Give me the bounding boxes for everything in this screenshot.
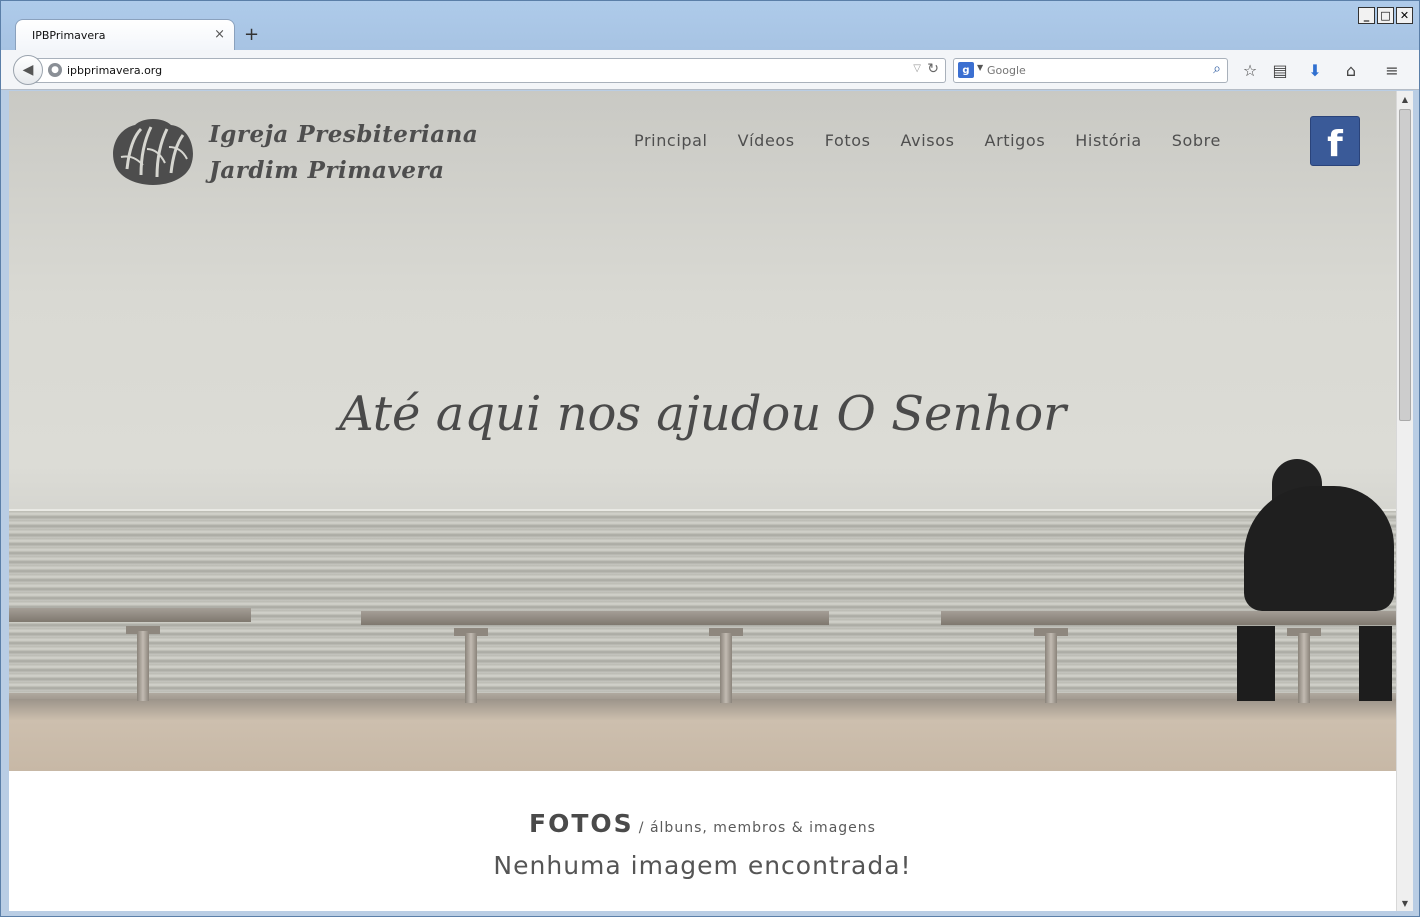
scrollbar-thumb[interactable] — [1399, 109, 1411, 421]
nav-historia[interactable]: História — [1075, 131, 1142, 150]
facebook-icon: f — [1327, 124, 1343, 165]
person-legs — [1359, 626, 1392, 701]
minimize-button[interactable]: _ — [1358, 7, 1375, 24]
church-logo-icon[interactable] — [107, 115, 199, 187]
facebook-button[interactable]: f — [1310, 116, 1360, 166]
browser-tab[interactable]: IPBPrimavera × — [15, 19, 235, 50]
section-title: FOTOS — [529, 809, 634, 838]
bench-3 — [941, 611, 1396, 625]
tab-title: IPBPrimavera — [32, 29, 106, 42]
star-icon[interactable]: ☆ — [1240, 60, 1260, 80]
url-bar[interactable]: ● ipbprimavera.org ▽ ↻ — [33, 58, 946, 83]
logo-text-line1[interactable]: Igreja Presbiteriana — [209, 121, 478, 148]
section-heading: FOTOS / álbuns, membros & imagens — [9, 809, 1396, 838]
bench-3-leg — [1045, 633, 1057, 703]
page-viewport: Igreja Presbiteriana Jardim Primavera Pr… — [9, 91, 1396, 911]
bench-2-leg — [465, 633, 477, 703]
browser-window: IPBPrimavera × + _ □ ✕ ● ipbprimavera.or… — [0, 0, 1420, 917]
hamburger-menu-icon[interactable]: ≡ — [1382, 60, 1402, 80]
search-icon[interactable]: ⌕ — [1213, 61, 1221, 77]
search-engine-icon[interactable]: g — [958, 62, 974, 78]
close-window-button[interactable]: ✕ — [1396, 7, 1413, 24]
scroll-up-icon[interactable]: ▲ — [1397, 91, 1413, 107]
section-subtitle: / álbuns, membros & imagens — [638, 820, 876, 836]
hero-slogan: Até aqui nos ajudou O Senhor — [338, 386, 1067, 442]
sand — [9, 699, 1396, 771]
chevron-down-icon[interactable]: ▼ — [977, 63, 983, 72]
bench-3-leg-right — [1298, 633, 1310, 703]
home-icon[interactable]: ⌂ — [1341, 60, 1361, 80]
url-text[interactable]: ipbprimavera.org — [67, 64, 162, 77]
bench-1-leg — [137, 631, 149, 701]
window-controls: _ □ ✕ — [1358, 7, 1413, 24]
reload-icon[interactable]: ↻ — [927, 61, 939, 77]
bench-2-leg-right — [720, 633, 732, 703]
scroll-down-icon[interactable]: ▼ — [1397, 895, 1413, 911]
search-bar[interactable]: g ▼ ⌕ — [953, 58, 1228, 83]
title-bar: IPBPrimavera × + _ □ ✕ — [1, 1, 1419, 50]
site-navigation: Principal Vídeos Fotos Avisos Artigos Hi… — [634, 131, 1221, 150]
nav-avisos[interactable]: Avisos — [901, 131, 955, 150]
download-arrow-icon[interactable]: ⬇ — [1305, 60, 1325, 80]
search-input[interactable] — [987, 61, 1197, 80]
back-button[interactable]: ◀ — [13, 55, 43, 85]
nav-sobre[interactable]: Sobre — [1172, 131, 1221, 150]
hero-image: Igreja Presbiteriana Jardim Primavera Pr… — [9, 91, 1396, 771]
clipboard-icon[interactable]: ▤ — [1270, 60, 1290, 80]
person-body — [1244, 486, 1394, 611]
bench-2 — [361, 611, 829, 625]
vertical-scrollbar[interactable]: ▲ ▼ — [1396, 91, 1413, 911]
nav-artigos[interactable]: Artigos — [985, 131, 1046, 150]
tab-close-icon[interactable]: × — [214, 27, 225, 42]
nav-videos[interactable]: Vídeos — [738, 131, 795, 150]
site-identity-icon[interactable]: ● — [48, 63, 62, 77]
new-tab-button[interactable]: + — [244, 24, 259, 45]
logo-text-line2[interactable]: Jardim Primavera — [209, 157, 444, 184]
back-arrow-icon: ◀ — [22, 62, 34, 78]
maximize-button[interactable]: □ — [1377, 7, 1394, 24]
url-history-dropdown-icon[interactable]: ▽ — [913, 63, 921, 74]
navigation-toolbar: ● ipbprimavera.org ▽ ↻ ◀ g ▼ ⌕ ☆ ▤ ⬇ ⌂ ≡ — [1, 50, 1419, 90]
nav-principal[interactable]: Principal — [634, 131, 708, 150]
nav-fotos[interactable]: Fotos — [825, 131, 871, 150]
empty-gallery-message: Nenhuma imagem encontrada! — [493, 851, 912, 880]
person-legs — [1237, 626, 1275, 701]
bench-1 — [9, 608, 251, 622]
